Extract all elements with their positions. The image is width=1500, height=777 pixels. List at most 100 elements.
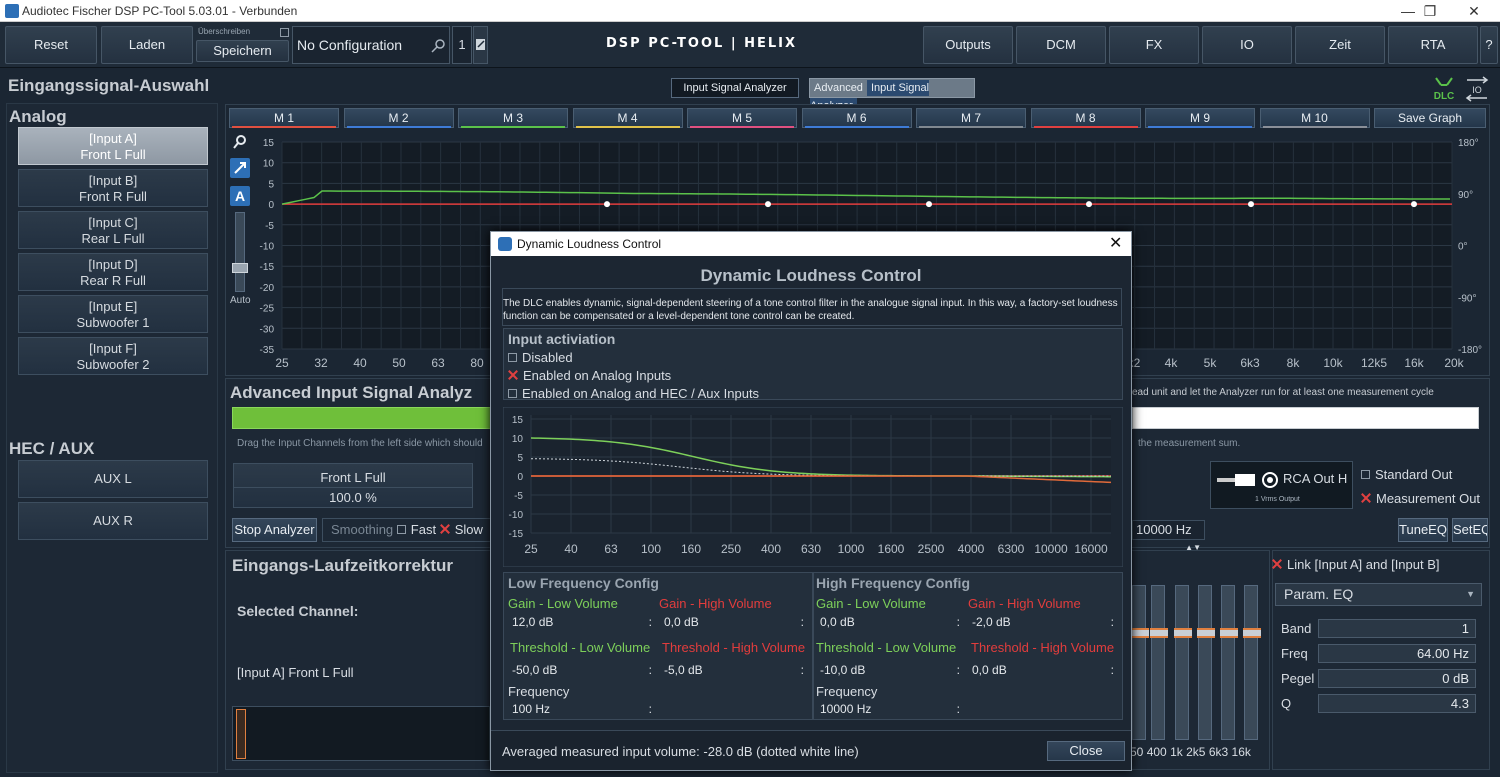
tab-advanced-analyzer[interactable]: AdvancedInput Signal Analyzer: [809, 78, 975, 114]
fader-handle[interactable]: [1220, 628, 1238, 638]
measurement-tab-2[interactable]: M 2: [343, 108, 454, 128]
aux-r-channel[interactable]: AUX R: [18, 502, 208, 540]
search-config-icon[interactable]: [430, 38, 446, 54]
measurement-out-checkbox[interactable]: [1361, 493, 1371, 503]
delay-slider-track[interactable]: [232, 706, 490, 761]
input-channel-c[interactable]: [Input C] Rear L Full: [18, 211, 208, 249]
input-channel-f[interactable]: [Input F] Subwoofer 2: [18, 337, 208, 375]
high-thr-high-input[interactable]: 0,0 dB:: [972, 663, 1114, 681]
seteq-button[interactable]: SetEQ: [1452, 518, 1488, 542]
edit-config-icon[interactable]: [473, 26, 488, 64]
close-window-button[interactable]: ✕: [1456, 0, 1492, 22]
opt-analog[interactable]: Enabled on Analog Inputs: [508, 368, 671, 383]
speichern-button[interactable]: Speichern: [196, 40, 289, 62]
link-inputs-option[interactable]: Link [Input A] and [Input B]: [1272, 557, 1440, 572]
tab-input-signal-analyzer[interactable]: Input Signal Analyzer: [671, 78, 799, 98]
low-thr-high-input[interactable]: -5,0 dB:: [664, 663, 804, 681]
link-checkbox[interactable]: [1272, 559, 1282, 569]
eq-band-fader[interactable]: [1131, 585, 1149, 740]
standard-out-option[interactable]: Standard Out: [1361, 467, 1452, 482]
measurement-tab-10[interactable]: M 10: [1259, 108, 1370, 128]
y-tick-label: 15: [512, 415, 524, 426]
high-gain-low-input[interactable]: 0,0 dB:: [820, 615, 960, 633]
measurement-tab-4[interactable]: M 4: [572, 108, 683, 128]
pegel-input[interactable]: 0 dB: [1318, 669, 1476, 688]
input-channel-a[interactable]: [Input A] Front L Full: [18, 127, 208, 165]
aux-l-channel[interactable]: AUX L: [18, 460, 208, 498]
tab-io[interactable]: IO: [1202, 26, 1292, 64]
opt-hec[interactable]: Enabled on Analog and HEC / Aux Inputs: [508, 386, 759, 401]
q-input[interactable]: 4.3: [1318, 694, 1476, 713]
stop-analyzer-button[interactable]: Stop Analyzer: [232, 518, 317, 542]
reset-button[interactable]: Reset: [5, 26, 97, 64]
input-channel-e[interactable]: [Input E] Subwoofer 1: [18, 295, 208, 333]
measurement-tab-3[interactable]: M 3: [458, 108, 568, 128]
measurement-color-bar: [1033, 126, 1138, 128]
high-thr-low-input[interactable]: -10,0 dB:: [820, 663, 960, 681]
fader-handle[interactable]: [1174, 628, 1192, 638]
measurement-tab-8[interactable]: M 8: [1030, 108, 1141, 128]
tuneeq-button[interactable]: TuneEQ: [1398, 518, 1448, 542]
tab-fx[interactable]: FX: [1109, 26, 1199, 64]
config-display[interactable]: No Configuration: [292, 26, 450, 64]
eq-band-fader[interactable]: [1150, 585, 1168, 740]
analyzer-channel-slot[interactable]: Front L Full 100.0 %: [233, 463, 473, 508]
eq-band-fader[interactable]: [1243, 585, 1261, 740]
standard-out-checkbox[interactable]: [1361, 470, 1370, 479]
measurement-tab-9[interactable]: M 9: [1145, 108, 1255, 128]
restore-button[interactable]: ❐: [1412, 0, 1448, 22]
eq-band-fader[interactable]: [1197, 585, 1215, 740]
analog-checkbox[interactable]: [508, 370, 518, 380]
laden-button[interactable]: Laden: [101, 26, 193, 64]
tab-zeit[interactable]: Zeit: [1295, 26, 1385, 64]
analog-title: Analog: [9, 107, 67, 126]
low-gain-high-input[interactable]: 0,0 dB:: [664, 615, 804, 633]
hec-checkbox[interactable]: [508, 389, 517, 398]
io-swap-icon[interactable]: IO: [1465, 76, 1489, 102]
measurement-color-bar: [575, 126, 680, 128]
measurement-tab-label: M 10: [1301, 111, 1328, 125]
input-channel-b[interactable]: [Input B] Front R Full: [18, 169, 208, 207]
measurement-tab-5[interactable]: M 5: [687, 108, 797, 128]
freq-input[interactable]: 64.00 Hz: [1318, 644, 1476, 663]
slow-checkbox[interactable]: [440, 524, 450, 534]
measurement-color-bar: [461, 126, 565, 128]
fader-handle[interactable]: [1243, 628, 1261, 638]
ueberschreiben-checkbox[interactable]: [280, 28, 289, 37]
measurement-tab-7[interactable]: M 7: [916, 108, 1026, 128]
low-thr-low-input[interactable]: -50,0 dB:: [512, 663, 652, 681]
disabled-checkbox[interactable]: [508, 353, 517, 362]
close-button[interactable]: Close: [1047, 741, 1125, 761]
tab-rta[interactable]: RTA: [1388, 26, 1478, 64]
tab-dcm[interactable]: DCM: [1016, 26, 1106, 64]
tab-outputs[interactable]: Outputs: [923, 26, 1013, 64]
eq-band-fader[interactable]: [1220, 585, 1238, 740]
x-tick-label: 80: [470, 356, 484, 370]
eq-band-marker: [926, 201, 932, 208]
fader-handle[interactable]: [1197, 628, 1215, 638]
fader-handle[interactable]: [1131, 628, 1149, 638]
measurement-tab-6[interactable]: M 6: [801, 108, 912, 128]
opt-disabled[interactable]: Disabled: [508, 350, 573, 365]
dialog-close-icon[interactable]: ✕: [1109, 232, 1122, 256]
x-tick-label: 40: [564, 542, 578, 556]
rca-out-button[interactable]: RCA Out H 1 Vrms Output: [1210, 461, 1353, 509]
high-freq-input[interactable]: 10000 Hz:: [820, 702, 960, 720]
eq-band-fader[interactable]: [1174, 585, 1192, 740]
low-gain-low-input[interactable]: 12,0 dB:: [512, 615, 652, 633]
band-input[interactable]: 1: [1318, 619, 1476, 638]
high-gain-high-input[interactable]: -2,0 dB:: [972, 615, 1114, 633]
x-tick-label: 10000: [1034, 542, 1068, 556]
measurement-tab-1[interactable]: M 1: [229, 108, 339, 128]
analyzer-frequency-input[interactable]: 10000 Hz ▲▼: [1132, 520, 1205, 552]
input-channel-d[interactable]: [Input D] Rear R Full: [18, 253, 208, 291]
eq-mode-select[interactable]: Param. EQ ▼: [1275, 583, 1482, 606]
dlc-icon[interactable]: DLC: [1433, 76, 1455, 102]
help-button[interactable]: ?: [1480, 26, 1498, 64]
measurement-out-option[interactable]: Measurement Out: [1361, 491, 1480, 506]
fader-handle[interactable]: [1150, 628, 1168, 638]
low-freq-input[interactable]: 100 Hz:: [512, 702, 652, 720]
fast-checkbox[interactable]: [396, 525, 406, 534]
dlc-response-graph[interactable]: 15 10 5 0 -5 -10 -1525 40 63 100 160 250 400 630 1000 1…: [503, 407, 1123, 567]
save-graph-button[interactable]: Save Graph: [1374, 108, 1486, 128]
